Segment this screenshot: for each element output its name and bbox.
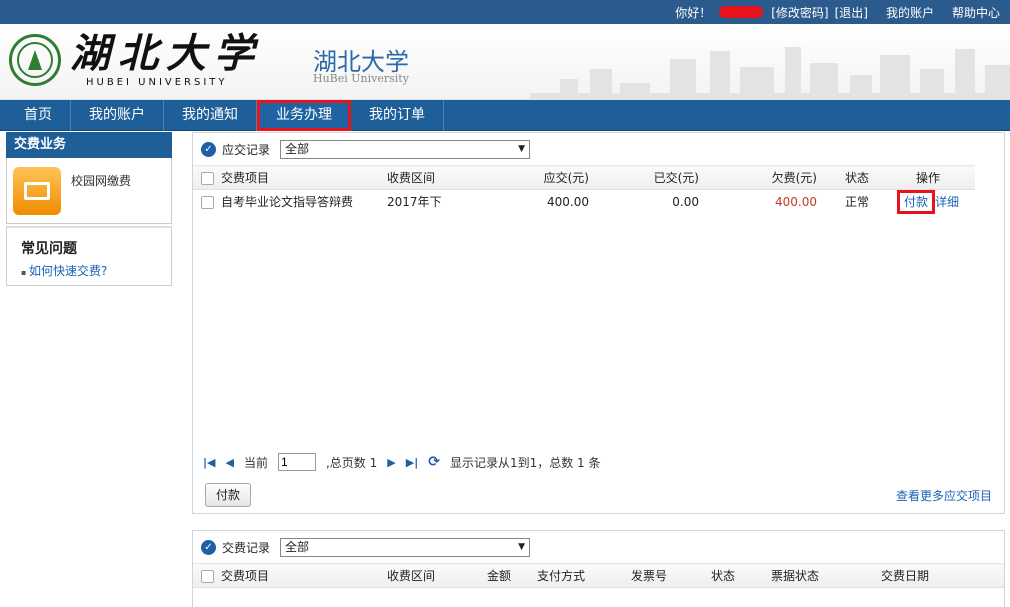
first-page-icon[interactable]: |◀	[203, 456, 215, 469]
total-pages-label: ,总页数	[325, 455, 366, 470]
table-header-row: 交费项目 收费区间 应交(元) 已交(元) 欠费(元) 状态 操作	[193, 165, 975, 190]
faq-box: 常见问题 如何快速交费?	[6, 226, 172, 286]
nav-business[interactable]: 业务办理	[257, 100, 351, 131]
logo-english: HUBEI UNIVERSITY	[86, 77, 228, 88]
nav-home[interactable]: 首页	[6, 100, 71, 131]
panel-title: 应交记录	[222, 142, 271, 157]
paid-records-table: 交费项目 收费区间 金额 支付方式 发票号 状态 票据状态 交费日期	[193, 563, 1004, 588]
page-number-input[interactable]	[277, 453, 316, 471]
col-status: 状态	[821, 165, 881, 190]
pay-button[interactable]: 付款	[205, 483, 251, 507]
cell-status: 正常	[845, 195, 870, 210]
select-all-checkbox[interactable]	[193, 165, 221, 190]
total-pages-value: 1	[369, 455, 378, 470]
col-period: 收费区间	[387, 165, 497, 190]
nav-orders[interactable]: 我的订单	[351, 100, 444, 131]
col-owed: 欠费(元)	[703, 165, 821, 190]
skyline-decoration	[530, 47, 1010, 99]
greeting-text: 你好！	[675, 5, 712, 20]
sidebar-item-campus-network[interactable]: 校园网缴费	[6, 158, 172, 224]
col-item: 交费项目	[221, 165, 387, 190]
select-all-checkbox[interactable]	[193, 563, 221, 588]
cell-owed: 400.00	[775, 194, 817, 209]
row-detail-link[interactable]: 详细	[935, 195, 959, 209]
nav-my-account[interactable]: 我的账户	[71, 100, 164, 131]
pagination: |◀ ◀ 当前 ,总页数 1 ▶ ▶| ⟳ 显示记录从1到1，总数 1 条	[203, 453, 601, 471]
site-subtitle: HuBei University	[313, 72, 409, 85]
faq-link[interactable]: 如何快速交费?	[21, 262, 157, 279]
col-payment-date: 交费日期	[881, 563, 1004, 588]
more-due-items-link[interactable]: 查看更多应交项目	[896, 487, 992, 504]
cell-item: 自考毕业论文指导答辩费	[221, 195, 354, 210]
site-header: 湖北大学 HUBEI UNIVERSITY 湖北大学 HuBei Univers…	[0, 24, 1010, 100]
sidebar-item-label: 校园网缴费	[71, 174, 132, 188]
col-due: 应交(元)	[497, 165, 593, 190]
paid-records-panel: ✓ 交费记录 全部 交费项目 收费区间 金额 支付方式 发票号 状态 票据状态 …	[192, 530, 1005, 607]
col-status: 状态	[711, 563, 771, 588]
col-paid: 已交(元)	[593, 165, 703, 190]
col-period: 收费区间	[387, 563, 487, 588]
logo-calligraphy: 湖北大学	[70, 30, 262, 77]
refresh-icon[interactable]: ⟳	[428, 454, 440, 470]
change-password-link[interactable]: [修改密码]	[771, 4, 828, 21]
university-seal-icon	[9, 34, 61, 86]
cell-paid: 0.00	[672, 194, 699, 209]
record-summary: 显示记录从1到1，总数 1 条	[449, 455, 601, 470]
cell-period: 2017年下	[387, 195, 442, 210]
check-circle-icon: ✓	[201, 539, 216, 555]
my-account-link[interactable]: 我的账户	[886, 4, 934, 21]
next-page-icon[interactable]: ▶	[387, 456, 395, 469]
row-checkbox[interactable]	[193, 190, 221, 214]
due-records-table: 交费项目 收费区间 应交(元) 已交(元) 欠费(元) 状态 操作 自考毕业论文…	[193, 165, 975, 215]
panel-header: ✓ 交费记录 全部	[193, 531, 1004, 563]
col-payment-method: 支付方式	[537, 563, 631, 588]
total-pages-text: ,总页数 1	[326, 454, 377, 471]
top-bar: 你好！ [修改密码] [退出] 我的账户 帮助中心	[0, 0, 1010, 24]
col-amount: 金额	[487, 563, 537, 588]
col-actions: 操作	[881, 165, 975, 190]
table-row: 自考毕业论文指导答辩费 2017年下 400.00 0.00 400.00 正常…	[193, 190, 975, 215]
col-invoice-no: 发票号	[631, 563, 711, 588]
col-item: 交费项目	[221, 563, 387, 588]
panel-header: ✓ 应交记录 全部	[193, 133, 1004, 165]
help-center-link[interactable]: 帮助中心	[952, 4, 1000, 21]
faq-title: 常见问题	[21, 241, 77, 257]
panel-title: 交费记录	[222, 540, 271, 555]
paid-filter-select[interactable]: 全部	[280, 537, 531, 557]
prev-page-icon[interactable]: ◀	[225, 456, 233, 469]
col-receipt-status: 票据状态	[771, 563, 881, 588]
nav-notifications[interactable]: 我的通知	[164, 100, 257, 131]
campus-network-icon	[13, 167, 61, 215]
table-header-row: 交费项目 收费区间 金额 支付方式 发票号 状态 票据状态 交费日期	[193, 563, 1004, 588]
current-page-label: 当前	[243, 455, 268, 470]
last-page-icon[interactable]: ▶|	[406, 456, 418, 469]
row-pay-link[interactable]: 付款	[896, 190, 935, 215]
redacted-username	[719, 6, 764, 18]
due-filter-select[interactable]: 全部	[280, 139, 531, 159]
cell-actions: 付款 详细	[881, 190, 975, 215]
main-nav: 首页 我的账户 我的通知 业务办理 我的订单	[0, 100, 1010, 131]
sidebar-title: 交费业务	[6, 132, 172, 158]
check-circle-icon: ✓	[201, 141, 216, 157]
due-records-panel: ✓ 应交记录 全部 交费项目 收费区间 应交(元) 已交(元) 欠费(元) 状态…	[192, 132, 1005, 514]
sidebar: 交费业务 校园网缴费 常见问题 如何快速交费?	[6, 132, 172, 286]
logout-link[interactable]: [退出]	[835, 4, 868, 21]
cell-due: 400.00	[547, 194, 589, 209]
